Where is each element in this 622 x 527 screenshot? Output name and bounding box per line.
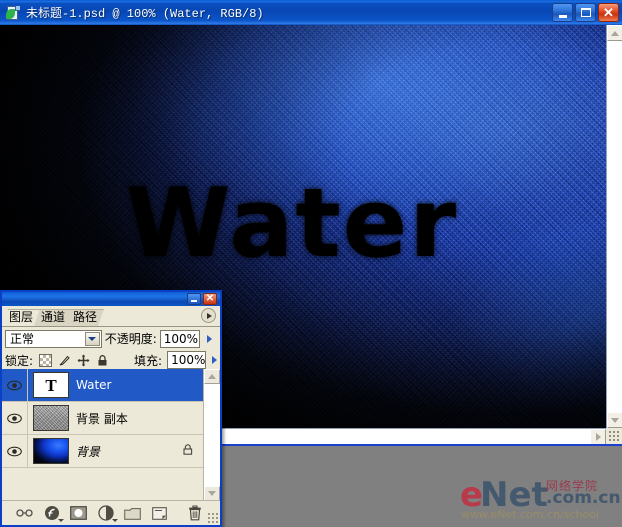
document-title: 未标题-1.psd @ 100% (Water, RGB/8) [26,7,264,21]
layer-mask-icon[interactable] [70,505,87,522]
scroll-up-icon[interactable] [204,369,220,384]
lock-position-icon[interactable] [77,354,90,367]
document-titlebar[interactable]: 未标题-1.psd @ 100% (Water, RGB/8) ✕ [0,0,622,25]
lock-transparent-pixels-icon[interactable] [39,353,53,367]
minimize-icon [558,14,567,18]
lock-all-icon[interactable] [96,354,109,367]
palette-bottom-toolbar [2,500,220,525]
table-row[interactable]: 背景 [2,435,203,468]
table-row[interactable]: T Water [2,369,203,402]
palette-resize-grip-icon[interactable] [208,513,218,523]
palette-minimize-button[interactable] [187,293,201,305]
tab-paths-label: 路径 [73,310,98,324]
scroll-down-icon[interactable] [607,412,622,428]
layer-name[interactable]: Water [76,378,111,392]
delete-layer-icon[interactable] [186,505,203,522]
scroll-right-icon[interactable] [590,428,606,445]
new-group-icon[interactable] [124,505,141,522]
tab-paths[interactable]: 路径 [66,309,104,326]
maximize-button[interactable] [575,3,596,22]
layer-name[interactable]: 背景 [76,443,100,460]
eye-visibility-icon[interactable] [2,402,28,434]
minimize-button[interactable] [552,3,573,22]
fill-label: 填充: [134,353,163,368]
tab-channels-label: 通道 [41,310,66,324]
minimize-icon [191,300,197,302]
palette-close-button[interactable]: ✕ [203,293,217,305]
document-vertical-scrollbar[interactable] [606,25,622,428]
palette-menu-arrow-icon[interactable] [201,308,216,323]
opacity-stepper-icon[interactable] [202,329,217,348]
link-layers-icon[interactable] [16,505,33,522]
scroll-down-icon[interactable] [204,486,220,501]
layer-name[interactable]: 背景 副本 [76,410,128,427]
text-layer-thumbnail[interactable]: T [33,372,69,398]
palette-tabs: 图层 通道 路径 [2,306,220,327]
palette-vertical-scrollbar[interactable] [203,369,220,501]
gray-noise-thumbnail[interactable] [33,405,69,431]
vertical-scroll-track[interactable] [607,41,622,412]
photoshop-document-icon [5,5,21,21]
enet-watermark: e Net 网络学院 .com.cn www.eNet.com.cn/schoo… [460,475,621,521]
layers-list: T Water 背景 副本 背景 [2,369,203,501]
lock-image-pixels-icon[interactable] [58,354,71,367]
lock-label: 锁定: [5,353,34,368]
watermark-e: e [460,475,484,515]
screen-root: 未标题-1.psd @ 100% (Water, RGB/8) ✕ Water [0,0,622,527]
watermark-net: Net [480,475,548,515]
new-layer-icon[interactable] [151,505,168,522]
opacity-label: 不透明度: [104,332,157,346]
watermark-com: .com.cn [546,488,621,508]
scroll-up-icon[interactable] [607,25,622,41]
palette-titlebar[interactable]: ✕ [2,292,220,306]
layer-thumb-glyph: T [45,375,57,395]
close-button[interactable]: ✕ [598,3,619,22]
layers-list-container: T Water 背景 副本 背景 [2,369,220,501]
maximize-icon [580,8,591,17]
blend-mode-select[interactable]: 正常 [5,329,102,348]
watermark-cn-top: 网络学院 [546,479,599,493]
chevron-down-icon[interactable] [84,331,100,346]
watermark-url: www.eNet.com.cn/school [461,508,600,521]
tab-layers-label: 图层 [9,310,34,324]
close-icon: ✕ [205,293,215,304]
table-row[interactable]: 背景 副本 [2,402,203,435]
blue-gradient-thumbnail[interactable] [33,438,69,464]
layers-palette: ✕ 图层 通道 路径 正常 不透明度: 100% 锁定: 填充: 100% T … [0,290,222,527]
blend-mode-value: 正常 [10,332,35,346]
close-icon: ✕ [603,4,614,20]
fill-stepper-icon[interactable] [211,351,217,369]
opacity-input[interactable]: 100% [159,329,200,348]
resize-grip-icon[interactable] [606,428,622,444]
eye-visibility-icon[interactable] [2,369,28,401]
adjustment-layer-icon[interactable] [97,505,118,522]
layer-style-fx-icon[interactable] [43,505,64,522]
palette-window-controls: ✕ [187,293,217,305]
fill-input[interactable]: 100% [167,351,207,369]
blend-mode-row: 正常 不透明度: 100% [2,327,220,349]
lock-icon-group [39,353,109,367]
lock-all-icon [182,443,194,459]
window-controls: ✕ [552,3,619,22]
eye-visibility-icon[interactable] [2,435,28,467]
